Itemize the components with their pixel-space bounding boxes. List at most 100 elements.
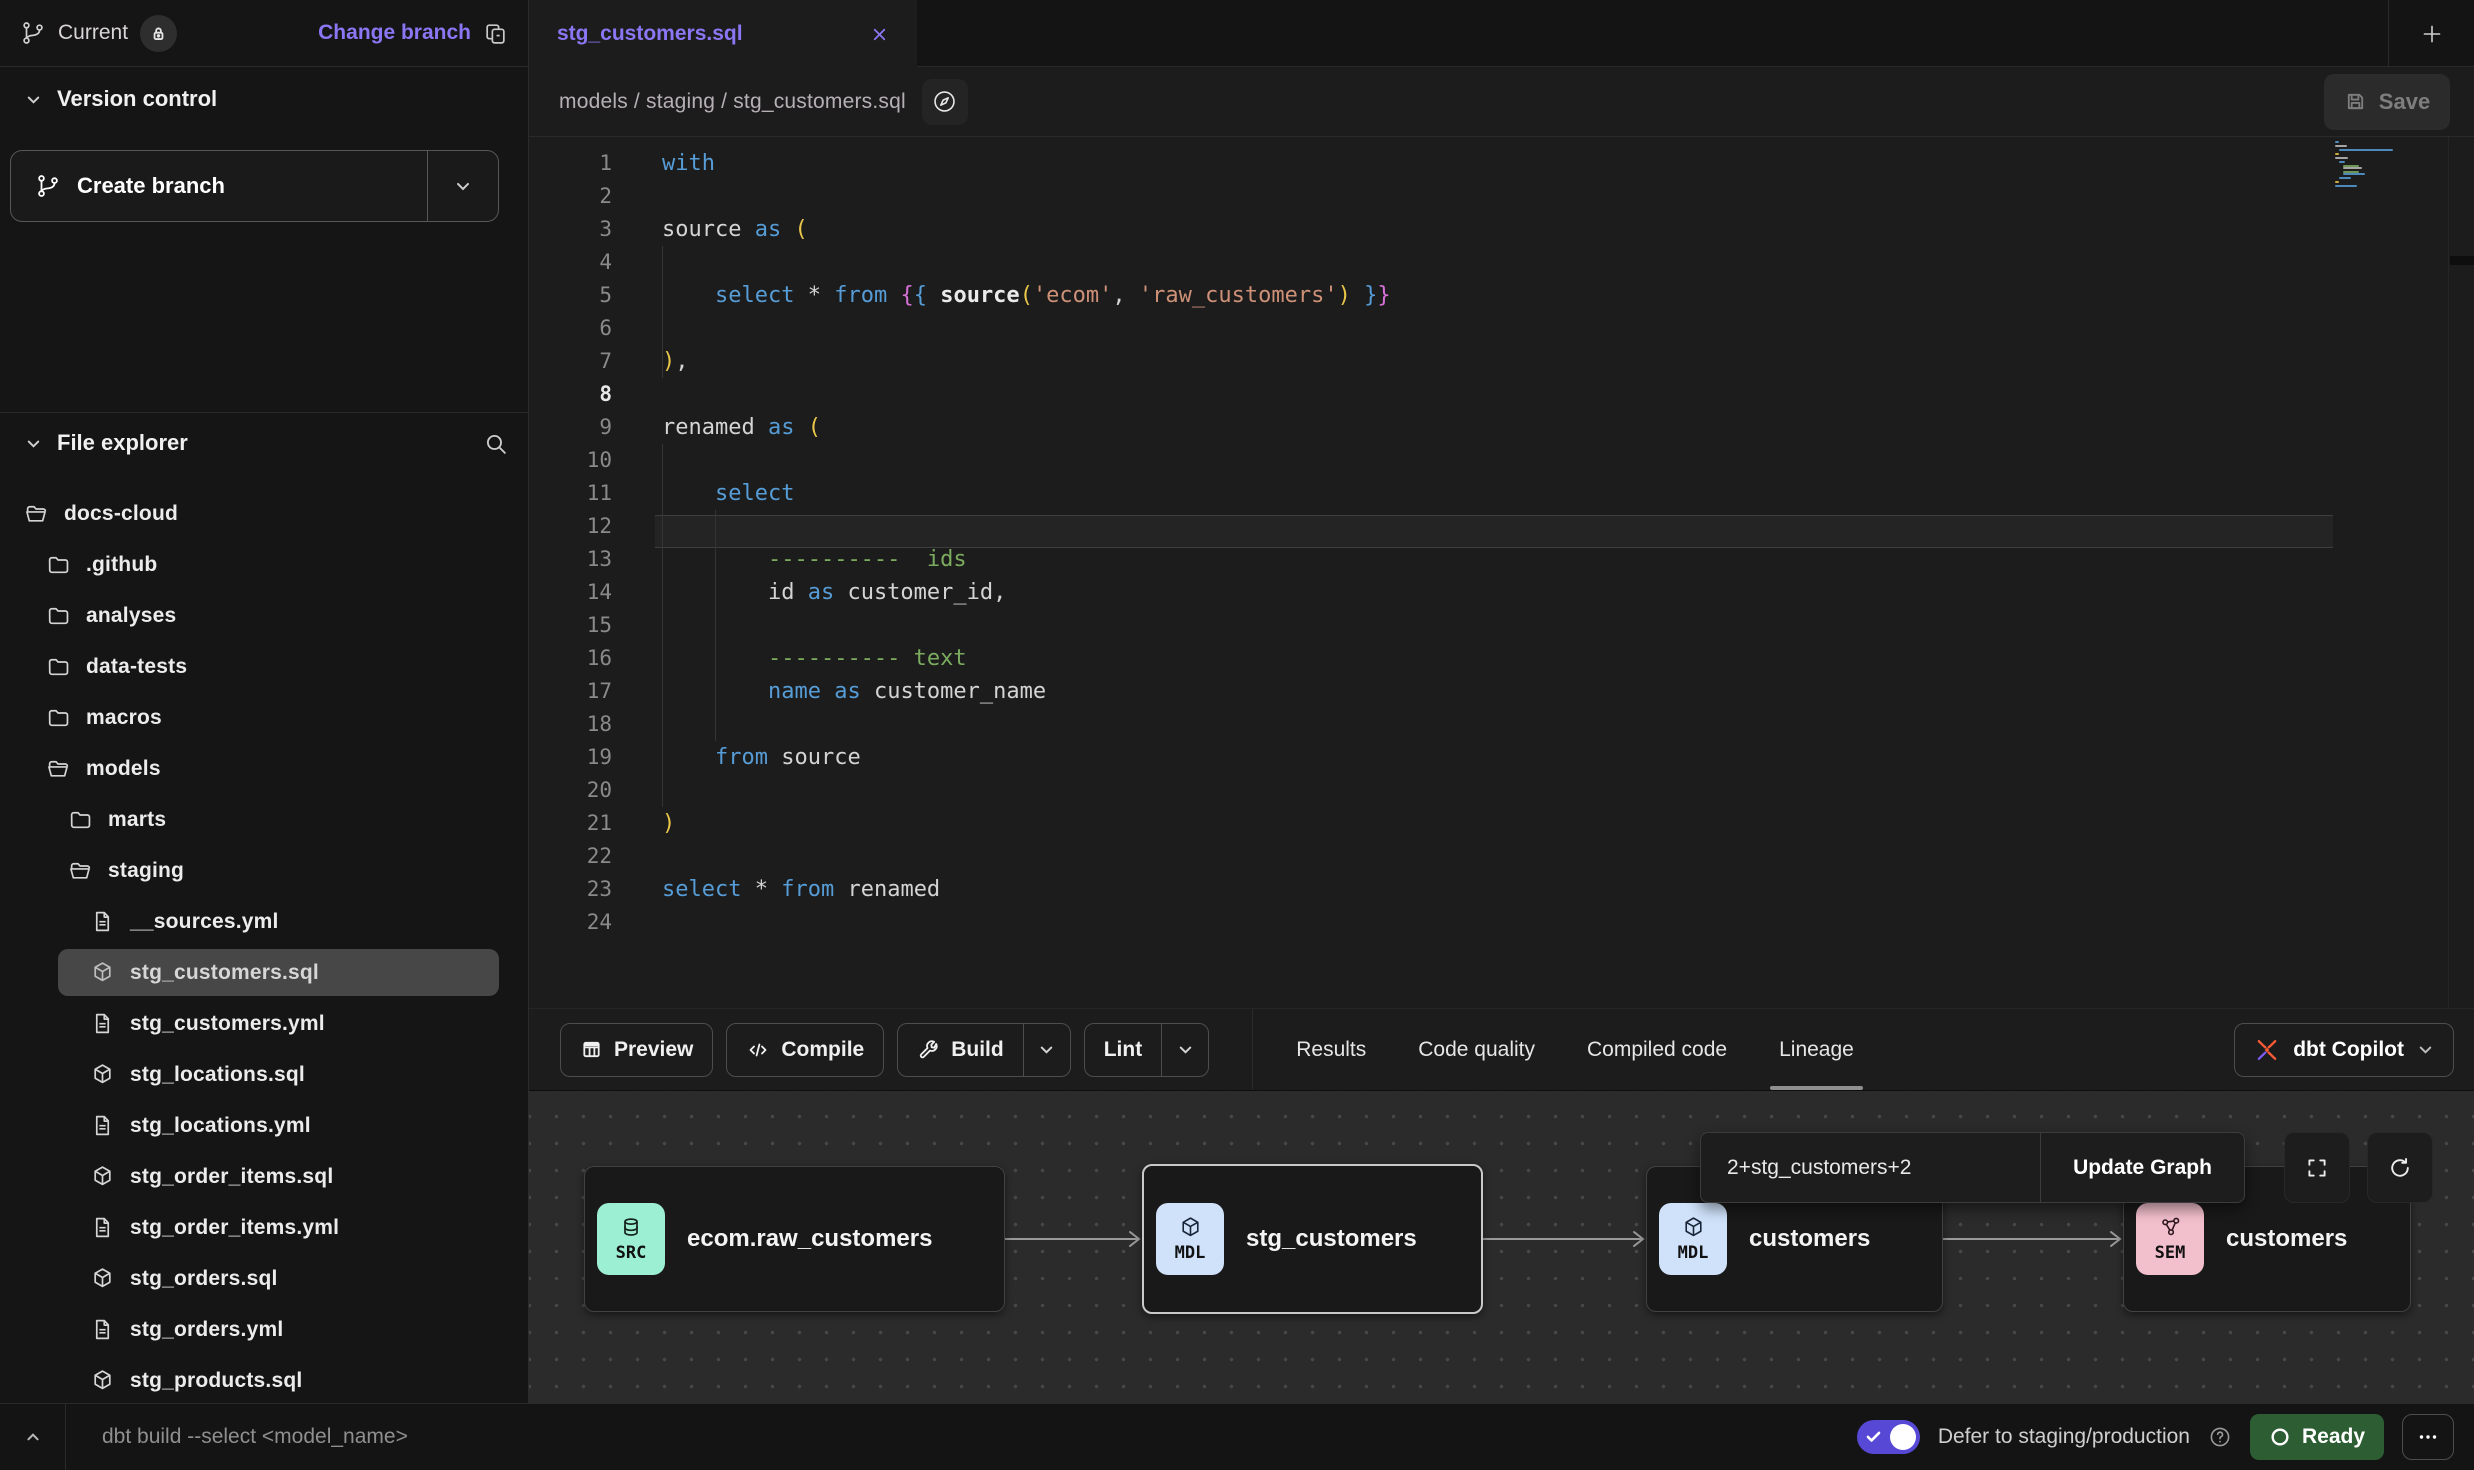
folder-open-icon: [46, 756, 71, 781]
tree-item-stg-locations-yml[interactable]: stg_locations.yml: [0, 1100, 527, 1151]
help-icon[interactable]: [2208, 1425, 2232, 1449]
code-line[interactable]: ---------- text: [662, 642, 2354, 675]
code-line[interactable]: [662, 246, 2354, 279]
check-icon: [1864, 1427, 1883, 1446]
command-input[interactable]: dbt build --select <model_name>: [102, 1425, 408, 1449]
code-line[interactable]: select * from renamed: [662, 873, 2354, 906]
panel-tab-code-quality[interactable]: Code quality: [1403, 1009, 1550, 1090]
minimap[interactable]: [2335, 141, 2393, 191]
line-number: 21: [529, 807, 612, 840]
lineage-selector-input[interactable]: 2+stg_customers+2: [1701, 1133, 2041, 1202]
code-line[interactable]: ),: [662, 345, 2354, 378]
git-branch-icon: [35, 173, 61, 199]
tree-item--sources-yml[interactable]: __sources.yml: [0, 896, 527, 947]
scrollbar-thumb[interactable]: [2450, 256, 2474, 265]
update-graph-button[interactable]: Update Graph: [2041, 1133, 2244, 1202]
code-line[interactable]: id as customer_id,: [662, 576, 2354, 609]
panel-tab-results[interactable]: Results: [1281, 1009, 1381, 1090]
compile-button[interactable]: Compile: [726, 1023, 884, 1077]
more-options-button[interactable]: [2402, 1414, 2454, 1460]
minimap-line: [2335, 153, 2339, 155]
lint-dropdown[interactable]: [1161, 1024, 1208, 1076]
branch-name: Current: [58, 21, 128, 45]
code-line[interactable]: ---------- ids: [662, 543, 2354, 576]
ready-status-button[interactable]: Ready: [2250, 1414, 2384, 1460]
code-line[interactable]: ): [662, 807, 2354, 840]
defer-toggle[interactable]: [1857, 1420, 1920, 1454]
tree-item-label: stg_order_items.yml: [130, 1216, 339, 1240]
code-line[interactable]: [662, 312, 2354, 345]
dbt-copilot-button[interactable]: dbt Copilot: [2234, 1023, 2454, 1077]
build-button[interactable]: Build: [897, 1023, 1071, 1077]
cube-icon: [90, 1266, 115, 1291]
cube-icon: [90, 1368, 115, 1393]
badge-label: MDL: [1678, 1243, 1709, 1263]
save-button[interactable]: Save: [2324, 74, 2450, 130]
tree-item-stg-orders-yml[interactable]: stg_orders.yml: [0, 1304, 527, 1355]
code-line[interactable]: name as customer_name: [662, 675, 2354, 708]
tree-item-data-tests[interactable]: data-tests: [0, 641, 527, 692]
file-explorer-header[interactable]: File explorer: [24, 430, 508, 456]
tree-item-stg-customers-sql[interactable]: stg_customers.sql: [0, 947, 527, 998]
ready-label: Ready: [2302, 1425, 2365, 1449]
tree-item-analyses[interactable]: analyses: [0, 590, 527, 641]
tree-item-label: __sources.yml: [130, 910, 279, 934]
preview-button[interactable]: Preview: [560, 1023, 713, 1077]
lineage-node-source[interactable]: SRC ecom.raw_customers: [584, 1166, 1005, 1312]
code-line[interactable]: [662, 906, 2354, 939]
code-editor[interactable]: 123456789101112131415161718192021222324 …: [529, 137, 2474, 1008]
collapse-panel-button[interactable]: [0, 1426, 65, 1448]
cube-icon: [90, 1164, 115, 1189]
create-branch-button[interactable]: Create branch: [10, 150, 499, 222]
change-branch-link[interactable]: Change branch: [318, 21, 471, 45]
tree-item-marts[interactable]: marts: [0, 794, 527, 845]
code-line[interactable]: from source: [662, 741, 2354, 774]
create-branch-dropdown[interactable]: [427, 151, 498, 221]
lint-button[interactable]: Lint: [1084, 1023, 1209, 1077]
tree-item-staging[interactable]: staging: [0, 845, 527, 896]
code-line[interactable]: renamed as (: [662, 411, 2354, 444]
build-dropdown[interactable]: [1023, 1024, 1070, 1076]
code-line[interactable]: [662, 444, 2354, 477]
file-explorer-title: File explorer: [57, 430, 188, 456]
tree-item-stg-locations-sql[interactable]: stg_locations.sql: [0, 1049, 527, 1100]
new-tab-button[interactable]: [2388, 0, 2474, 67]
fullscreen-button[interactable]: [2284, 1132, 2350, 1203]
code-line[interactable]: [662, 840, 2354, 873]
line-number: 15: [529, 609, 612, 642]
divider: [0, 412, 528, 413]
tree-item-docs-cloud[interactable]: docs-cloud: [0, 488, 527, 539]
lineage-node-stg-customers[interactable]: MDL stg_customers: [1142, 1164, 1483, 1314]
code-line[interactable]: source as (: [662, 213, 2354, 246]
copilot-label: dbt Copilot: [2293, 1038, 2404, 1062]
code-line[interactable]: select * from {{ source('ecom', 'raw_cus…: [662, 279, 2354, 312]
tree-item-macros[interactable]: macros: [0, 692, 527, 743]
refresh-button[interactable]: [2367, 1132, 2433, 1203]
tree-item-stg-order-items-sql[interactable]: stg_order_items.sql: [0, 1151, 527, 1202]
tab-stg-customers-sql[interactable]: stg_customers.sql: [529, 0, 917, 68]
close-icon[interactable]: [870, 25, 889, 44]
panel-tab-compiled-code[interactable]: Compiled code: [1572, 1009, 1742, 1090]
code-line[interactable]: [662, 708, 2354, 741]
code-line[interactable]: [662, 378, 2354, 411]
copy-branch-icon[interactable]: [483, 21, 508, 46]
tree-item-stg-customers-yml[interactable]: stg_customers.yml: [0, 998, 527, 1049]
tree-item--github[interactable]: .github: [0, 539, 527, 590]
code-line[interactable]: [662, 510, 2354, 543]
lineage-graph[interactable]: SRC ecom.raw_customers MDL stg_customers…: [529, 1090, 2474, 1403]
line-number: 6: [529, 312, 612, 345]
code-line[interactable]: [662, 774, 2354, 807]
code-line[interactable]: [662, 180, 2354, 213]
tree-item-models[interactable]: models: [0, 743, 527, 794]
code-line[interactable]: select: [662, 477, 2354, 510]
code-line[interactable]: [662, 609, 2354, 642]
panel-tab-lineage[interactable]: Lineage: [1764, 1009, 1869, 1090]
navigate-icon[interactable]: [922, 79, 968, 125]
version-control-header[interactable]: Version control: [24, 86, 504, 112]
search-icon[interactable]: [483, 431, 508, 456]
tree-item-stg-order-items-yml[interactable]: stg_order_items.yml: [0, 1202, 527, 1253]
code-line[interactable]: with: [662, 147, 2354, 180]
tree-item-stg-orders-sql[interactable]: stg_orders.sql: [0, 1253, 527, 1304]
line-numbers: 123456789101112131415161718192021222324: [529, 147, 612, 939]
tree-item-stg-products-sql[interactable]: stg_products.sql: [0, 1355, 527, 1406]
